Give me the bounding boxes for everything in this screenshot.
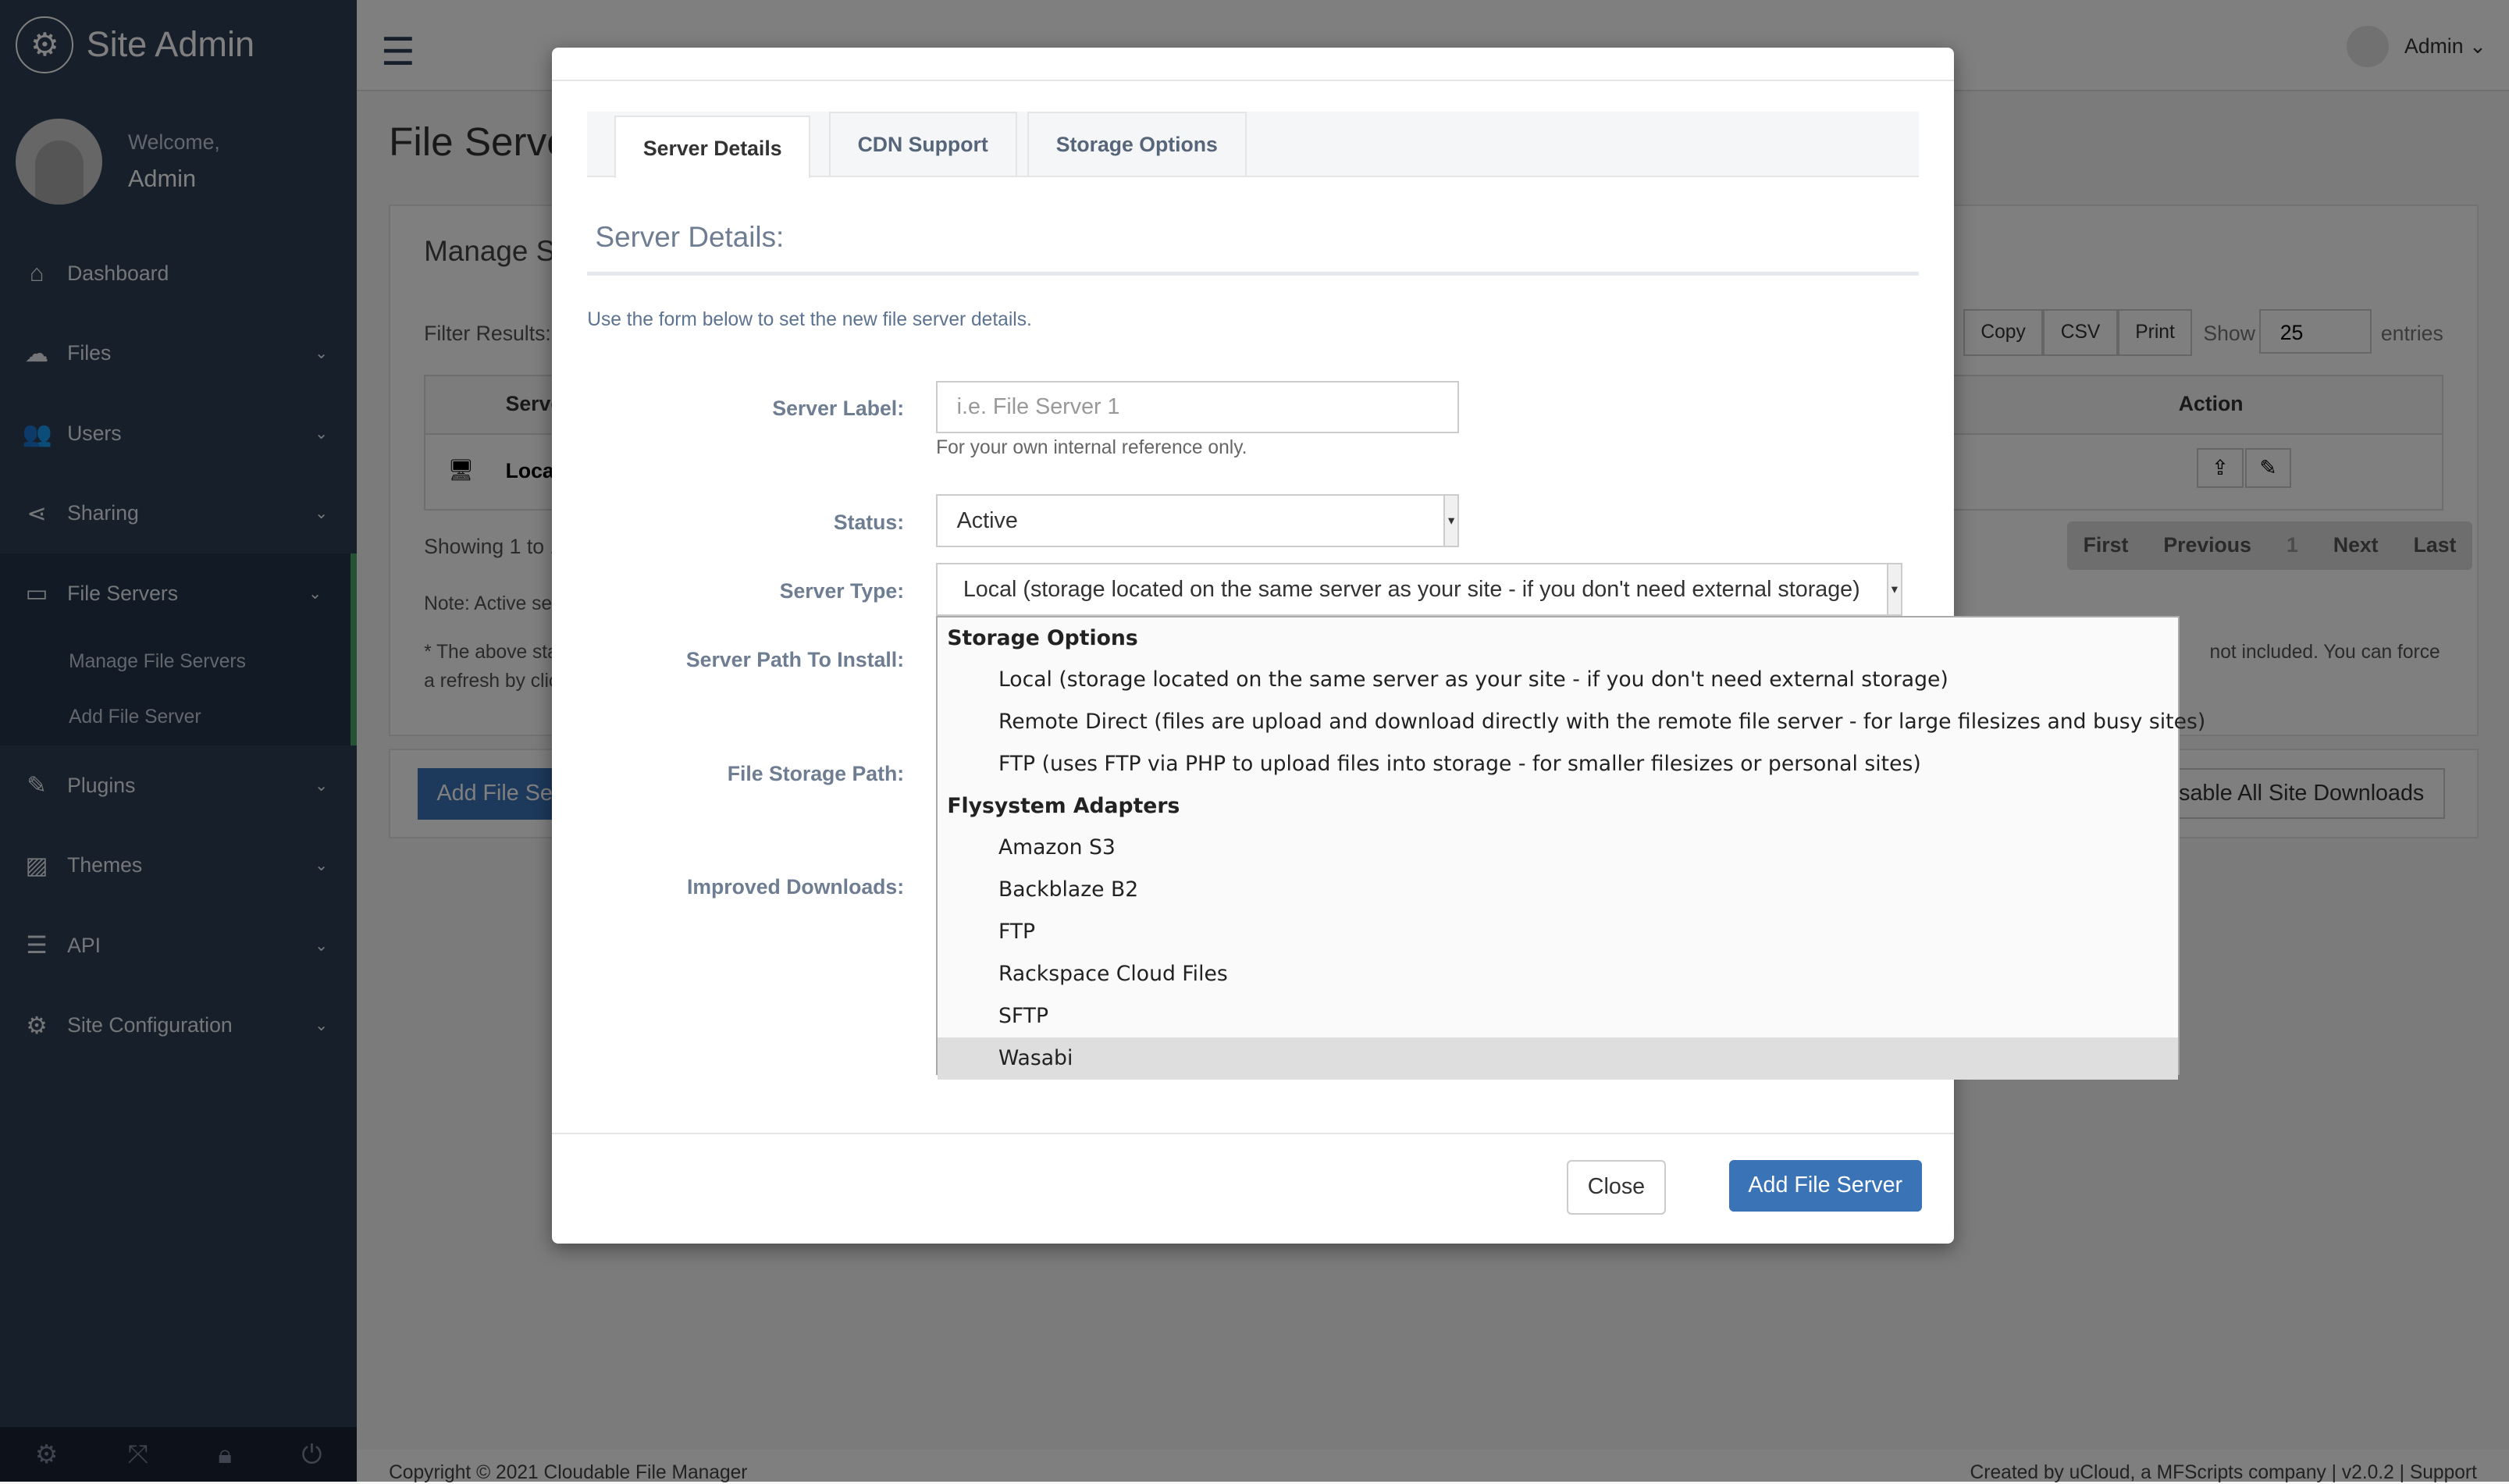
server-label-input[interactable]: i.e. File Server 1 (936, 380, 1460, 434)
server-type-value: Local (storage located on the same serve… (963, 576, 1860, 602)
tab-storage-options[interactable]: Storage Options (1027, 112, 1247, 176)
add-file-server-submit[interactable]: Add File Server (1728, 1160, 1922, 1212)
intro-text: Use the form below to set the new file s… (587, 308, 1032, 330)
close-button[interactable]: Close (1567, 1160, 1666, 1215)
file-storage-path-label: File Storage Path: (727, 761, 905, 785)
modal-footer: Close Add File Server (552, 1133, 1954, 1243)
option-remote-direct[interactable]: Remote Direct (files are upload and down… (938, 701, 2205, 743)
option-ftp-php[interactable]: FTP (uses FTP via PHP to upload files in… (938, 743, 2178, 785)
server-label-label: Server Label: (772, 397, 905, 421)
status-value: Active (956, 507, 1018, 533)
improved-downloads-label: Improved Downloads: (686, 875, 905, 899)
modal-tabs: Server Details CDN Support Storage Optio… (587, 112, 1919, 178)
server-label-hint: For your own internal reference only. (936, 436, 1247, 458)
option-amazon-s3[interactable]: Amazon S3 (938, 827, 2178, 869)
optgroup-storage-options: Storage Options (947, 626, 1138, 651)
select-arrow-icon: ▾ (1443, 496, 1458, 546)
optgroup-flysystem-adapters: Flysystem Adapters (947, 794, 1180, 819)
option-backblaze-b2[interactable]: Backblaze B2 (938, 869, 2178, 911)
server-type-label: Server Type: (779, 578, 905, 603)
divider (587, 272, 1919, 276)
select-arrow-icon: ▾ (1886, 564, 1902, 615)
option-wasabi[interactable]: Wasabi (938, 1037, 2178, 1080)
tab-cdn-support[interactable]: CDN Support (828, 112, 1017, 176)
server-type-select[interactable]: Local (storage located on the same serve… (936, 563, 1903, 617)
option-sftp[interactable]: SFTP (938, 995, 2178, 1037)
option-ftp[interactable]: FTP (938, 911, 2178, 953)
tab-server-details[interactable]: Server Details (614, 115, 811, 178)
modal-header (552, 48, 1954, 82)
option-local[interactable]: Local (storage located on the same serve… (938, 659, 2178, 701)
server-type-dropdown: Storage Options Local (storage located o… (936, 616, 2205, 1080)
server-path-label: Server Path To Install: (685, 648, 905, 672)
status-label: Status: (833, 510, 905, 534)
option-rackspace[interactable]: Rackspace Cloud Files (938, 953, 2178, 995)
status-select[interactable]: Active ▾ (936, 494, 1460, 547)
section-title: Server Details: (595, 220, 785, 253)
